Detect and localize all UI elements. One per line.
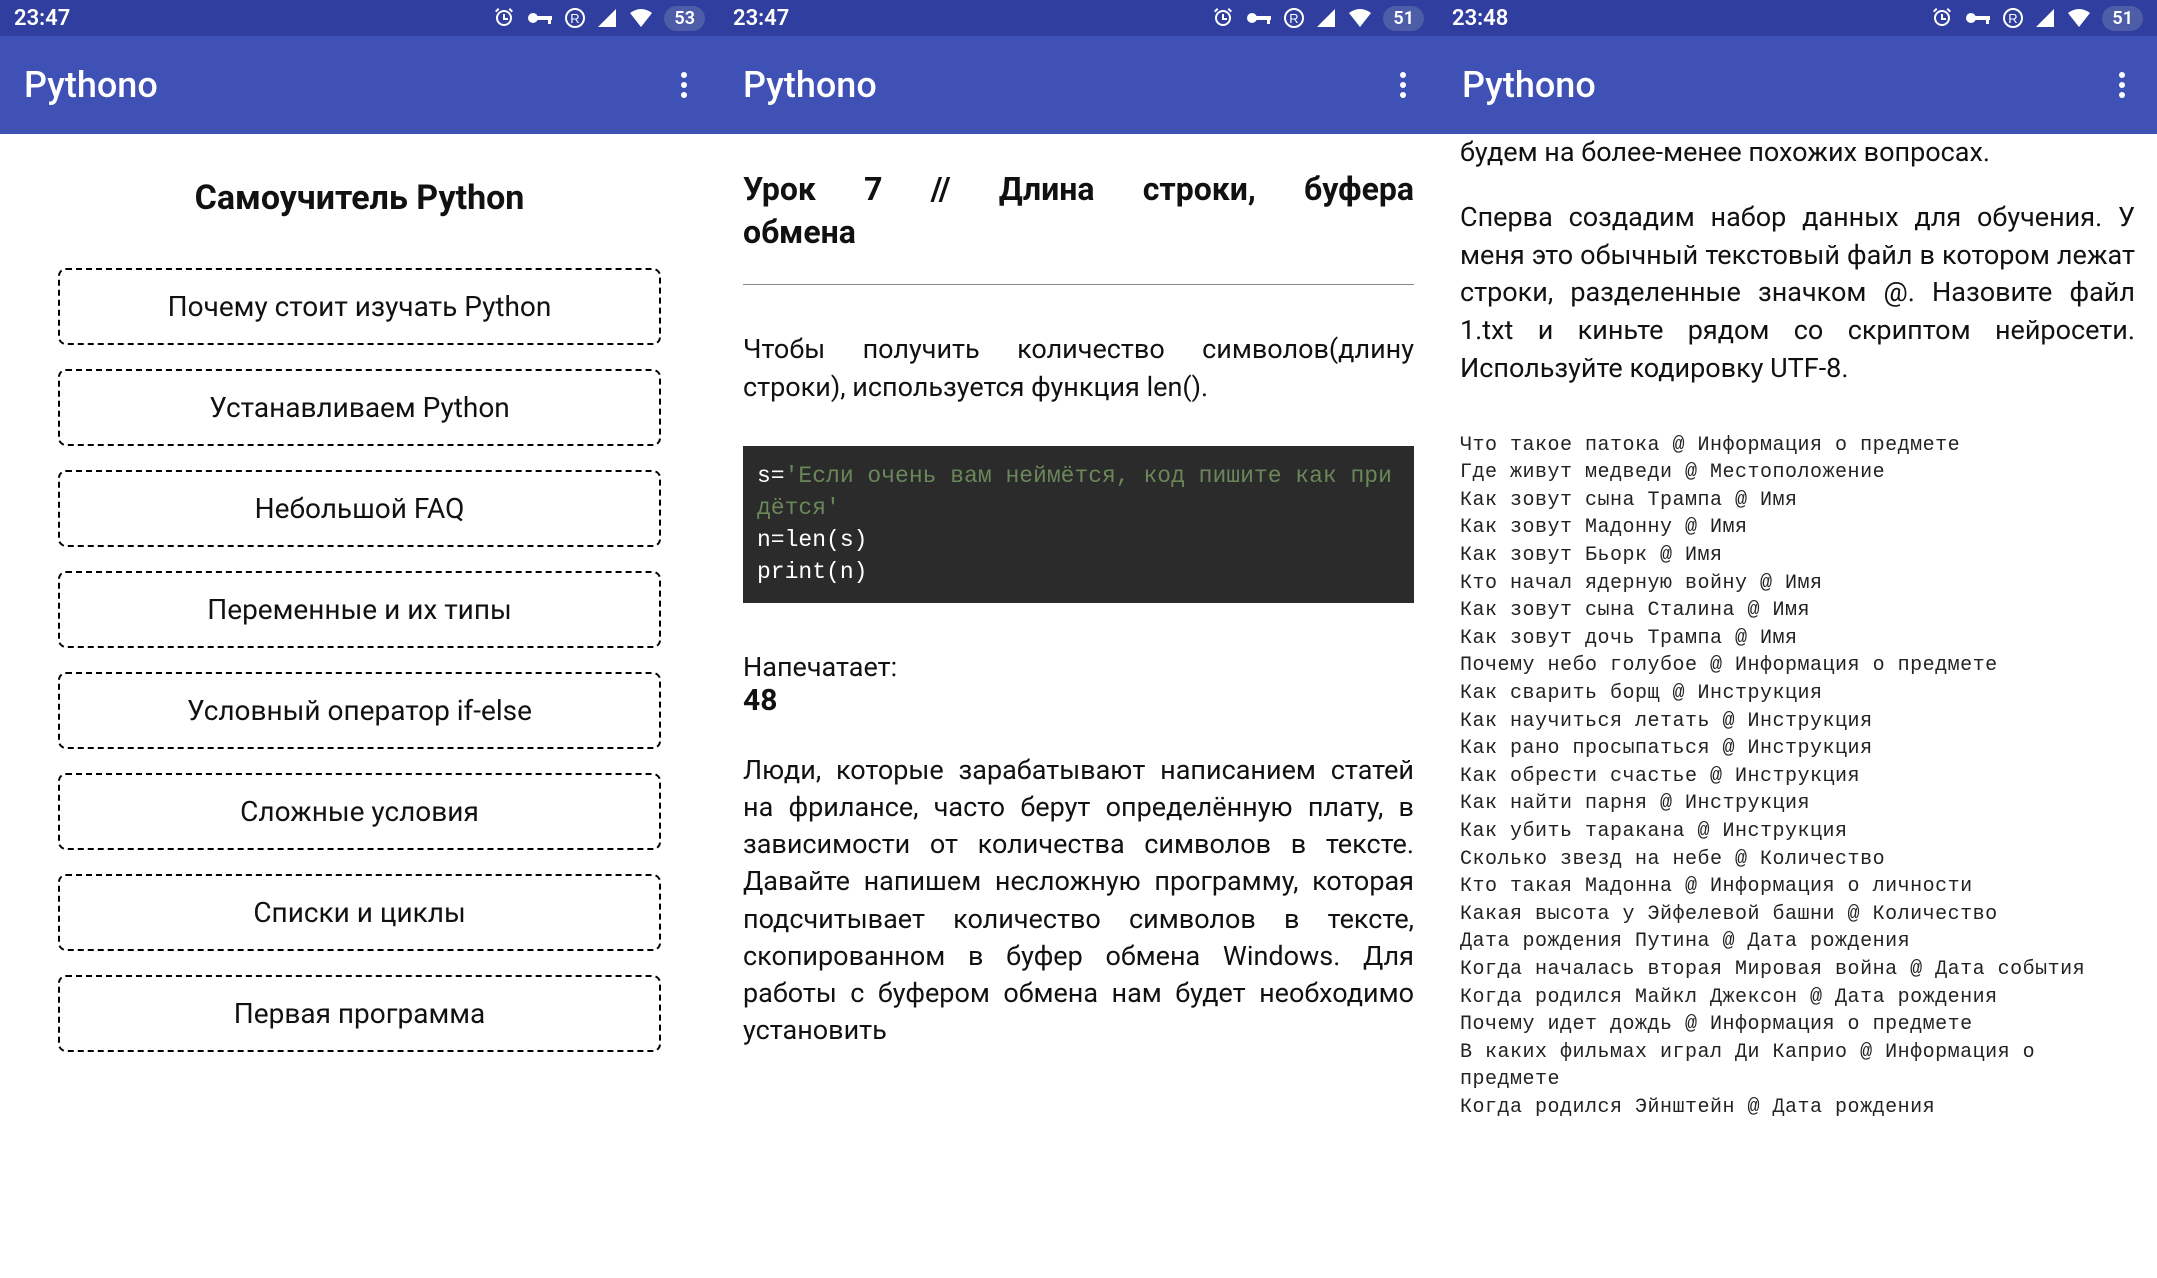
app-title: Pythono (1462, 64, 1596, 106)
output-value: 48 (743, 683, 1414, 718)
code-text: s= (757, 463, 785, 489)
three-phone-layout: 23:47 R 53 Pythono Самоучитель Python По… (0, 0, 2157, 1278)
paragraph: Сперва создадим набор данных для обучени… (1460, 199, 2135, 388)
article-screen[interactable]: будем на более-менее похожих вопросах. С… (1438, 134, 2157, 1278)
status-time: 23:47 (14, 6, 70, 31)
page-title: Самоучитель Python (58, 178, 661, 218)
status-icons: R 51 (1211, 6, 1424, 31)
alarm-icon (1211, 6, 1235, 30)
lesson-item[interactable]: Устанавливаем Python (58, 369, 661, 446)
app-bar: Pythono (719, 36, 1438, 134)
paragraph: Люди, которые зарабатывают написанием ст… (743, 752, 1414, 1050)
code-block: s='Если очень вам неймётся, код пишите к… (743, 446, 1414, 603)
lesson-list-screen: Самоучитель Python Почему стоит изучать … (0, 134, 719, 1278)
lesson-item[interactable]: Условный оператор if-else (58, 672, 661, 749)
lesson-title: Урок 7 // Длина строки, буфера обмена (743, 168, 1414, 254)
status-icons: R 53 (492, 6, 705, 31)
registered-icon: R (564, 7, 586, 29)
signal-icon (596, 7, 618, 29)
lesson-item[interactable]: Небольшой FAQ (58, 470, 661, 547)
app-bar: Pythono (1438, 36, 2157, 134)
lesson-item[interactable]: Списки и циклы (58, 874, 661, 951)
svg-text:R: R (1290, 11, 1299, 26)
phone-screen-2: 23:47 R 51 Pythono Урок 7 // Длина строк… (719, 0, 1438, 1278)
lesson-title-line1: Урок 7 // Длина строки, буфера (743, 170, 1414, 208)
lesson-detail-screen[interactable]: Урок 7 // Длина строки, буфера обмена Чт… (719, 134, 1438, 1278)
status-bar: 23:48 R 51 (1438, 0, 2157, 36)
battery-level: 51 (1383, 6, 1424, 31)
svg-text:R: R (571, 11, 580, 26)
app-title: Pythono (24, 64, 158, 106)
overflow-menu-icon[interactable] (1392, 64, 1414, 106)
lesson-title-line2: обмена (743, 213, 856, 251)
lesson-item[interactable]: Первая программа (58, 975, 661, 1052)
vpn-key-icon (526, 6, 554, 30)
status-time: 23:47 (733, 6, 789, 31)
status-icons: R 51 (1930, 6, 2143, 31)
status-time: 23:48 (1452, 6, 1508, 31)
lesson-item[interactable]: Почему стоит изучать Python (58, 268, 661, 345)
dataset-block: Что такое патока @ Информация о предмете… (1460, 432, 2135, 1122)
signal-icon (1315, 7, 1337, 29)
app-title: Pythono (743, 64, 877, 106)
divider (743, 284, 1414, 285)
wifi-icon (628, 7, 654, 29)
status-bar: 23:47 R 53 (0, 0, 719, 36)
lesson-item[interactable]: Переменные и их типы (58, 571, 661, 648)
vpn-key-icon (1245, 6, 1273, 30)
lesson-item[interactable]: Сложные условия (58, 773, 661, 850)
registered-icon: R (1283, 7, 1305, 29)
registered-icon: R (2002, 7, 2024, 29)
alarm-icon (1930, 6, 1954, 30)
phone-screen-1: 23:47 R 53 Pythono Самоучитель Python По… (0, 0, 719, 1278)
wifi-icon (1347, 7, 1373, 29)
code-string: 'Если очень вам неймётся, код пишите как… (757, 463, 1392, 521)
vpn-key-icon (1964, 6, 1992, 30)
code-text: print(n) (757, 559, 867, 585)
status-bar: 23:47 R 51 (719, 0, 1438, 36)
svg-text:R: R (2009, 11, 2018, 26)
app-bar: Pythono (0, 36, 719, 134)
overflow-menu-icon[interactable] (673, 64, 695, 106)
battery-level: 53 (664, 6, 705, 31)
code-text: n=len(s) (757, 527, 867, 553)
paragraph: Чтобы получить количество символов(длину… (743, 331, 1414, 406)
signal-icon (2034, 7, 2056, 29)
output-label: Напечатает: (743, 651, 1414, 683)
overflow-menu-icon[interactable] (2111, 64, 2133, 106)
alarm-icon (492, 6, 516, 30)
wifi-icon (2066, 7, 2092, 29)
phone-screen-3: 23:48 R 51 Pythono будем на более-менее … (1438, 0, 2157, 1278)
battery-level: 51 (2102, 6, 2143, 31)
paragraph-fragment: будем на более-менее похожих вопросах. (1460, 134, 2135, 171)
